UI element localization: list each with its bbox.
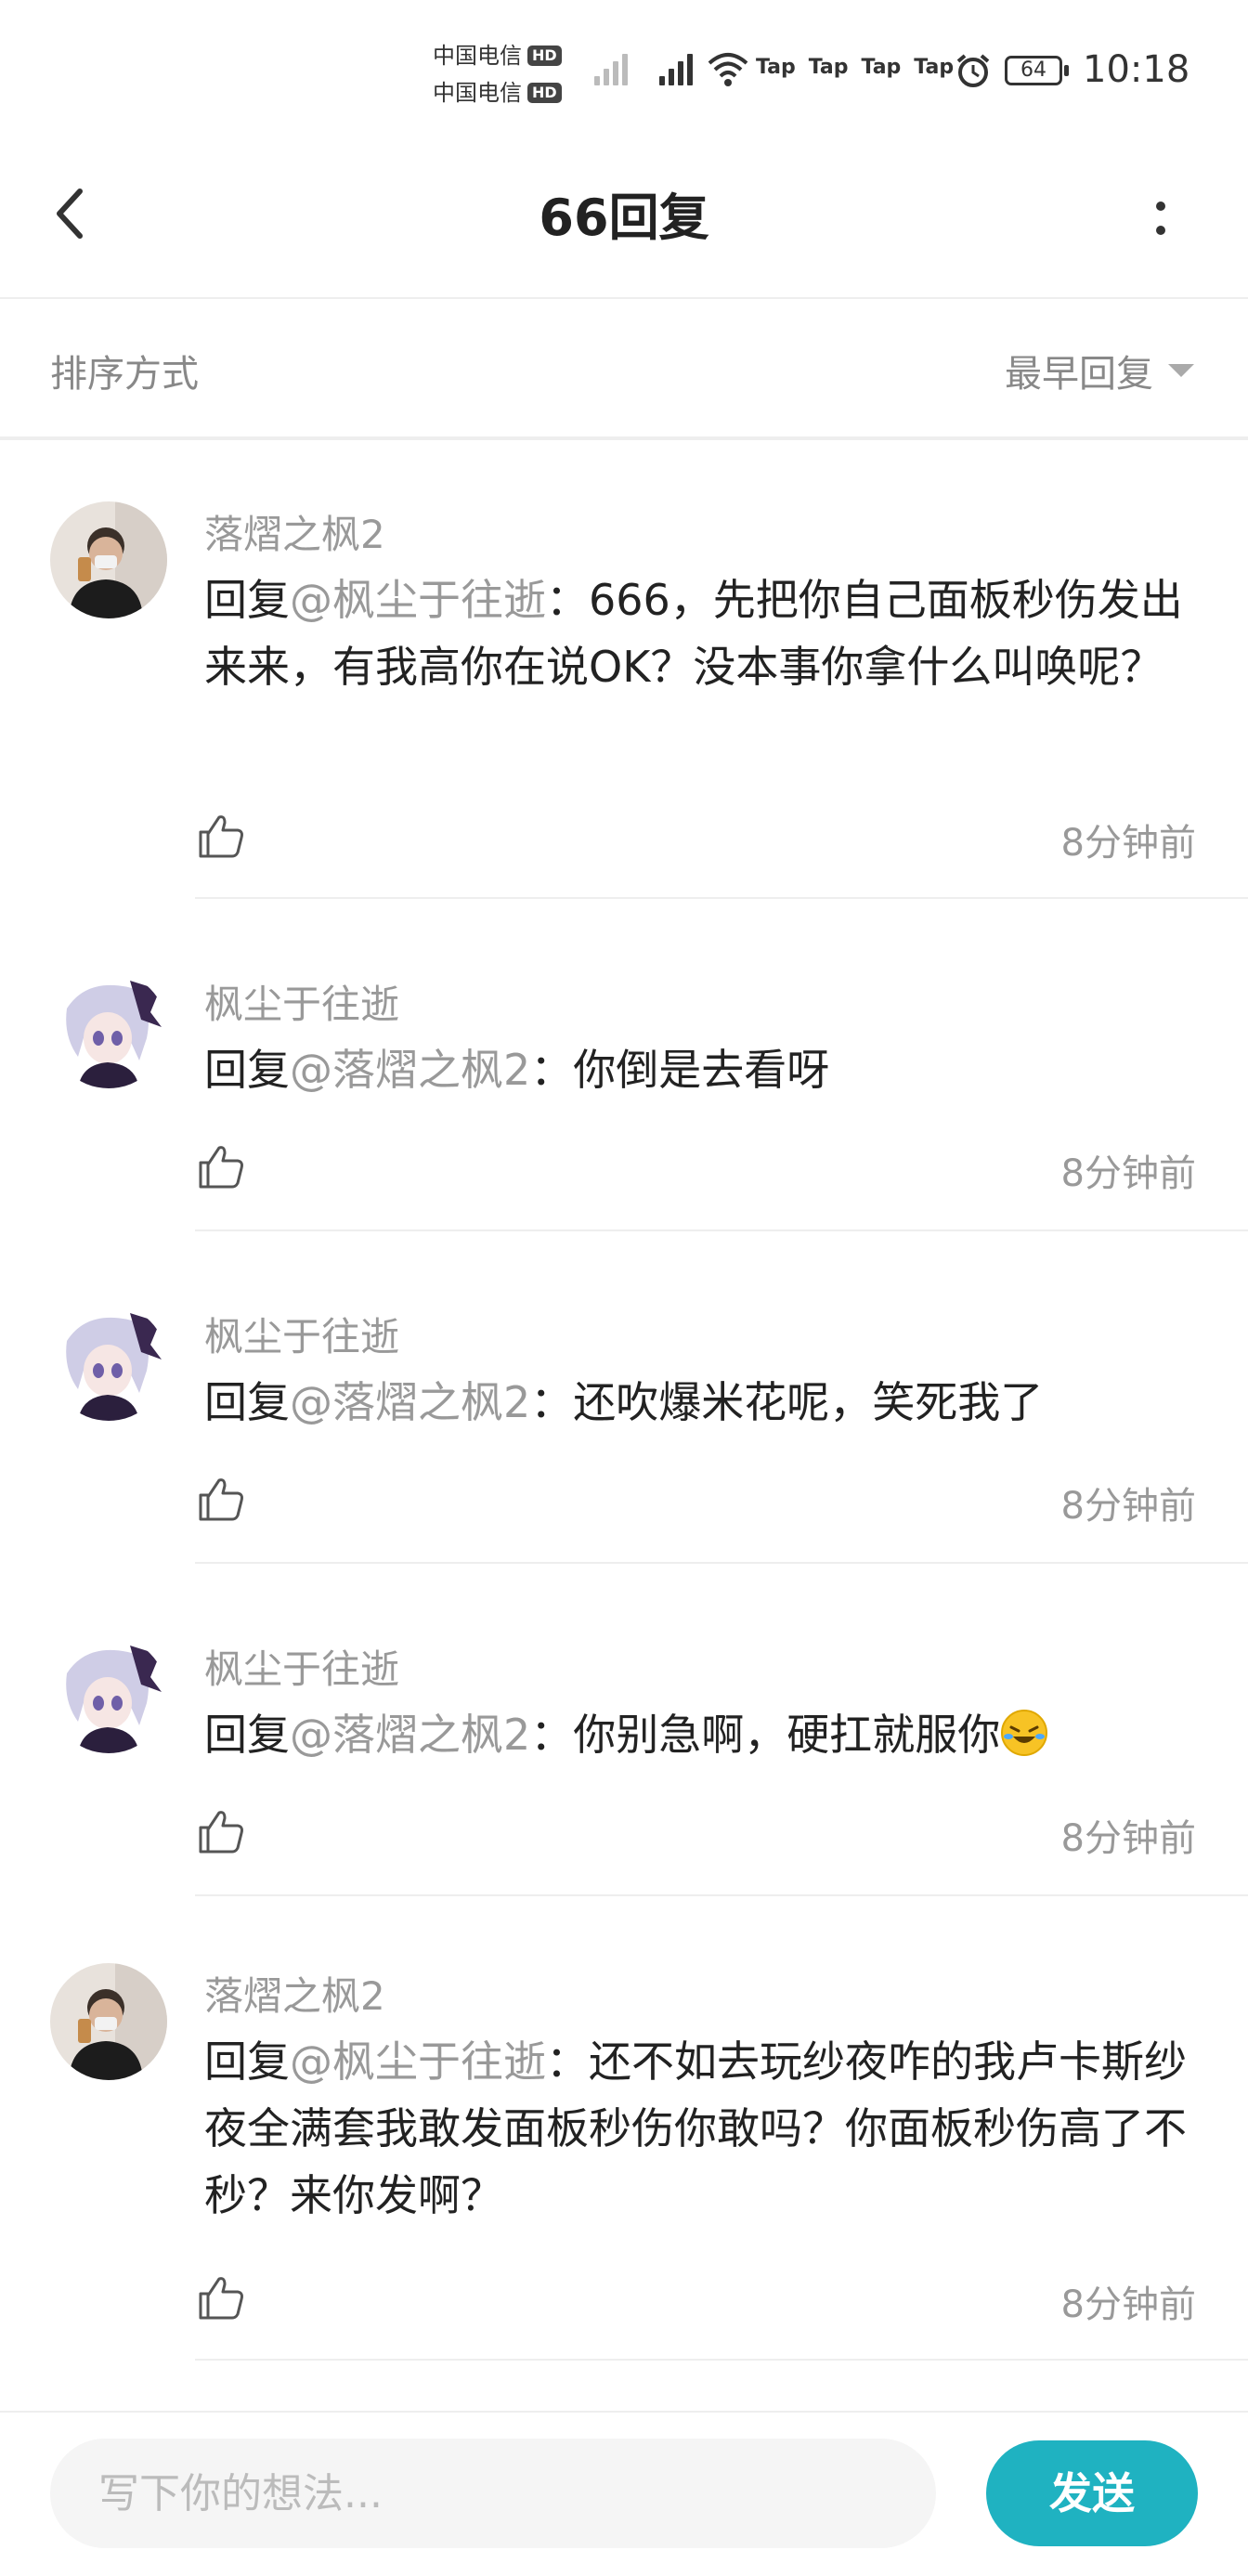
comment-username[interactable]: 枫尘于往逝 bbox=[204, 1638, 399, 1695]
reply-prefix: 回复 bbox=[204, 1710, 290, 1760]
divider bbox=[195, 897, 1248, 899]
reply-prefix: 回复 bbox=[204, 575, 290, 625]
divider bbox=[195, 1229, 1248, 1231]
comment-time: 8分钟前 bbox=[1060, 1485, 1196, 1528]
anime-avatar-icon bbox=[50, 1304, 167, 1421]
avatar[interactable] bbox=[50, 1304, 167, 1421]
nav-bar: 66回复 bbox=[0, 139, 1248, 299]
sort-selected-value: 最早回复 bbox=[1005, 353, 1153, 396]
comment-body: ：你倒是去看呀 bbox=[530, 1045, 830, 1095]
comment-item: 枫尘于往逝 回复@落熠之枫2：还吹爆米花呢，笑死我了 8分钟前 bbox=[0, 1233, 1248, 1566]
wifi-icon bbox=[708, 53, 748, 86]
comment-item: 落熠之枫2 回复@枫尘于往逝：还不如去玩纱夜咋的我卢卡斯纱夜全满套我敢发面板秒伤… bbox=[0, 1898, 1248, 2362]
thumbs-up-icon[interactable] bbox=[195, 1473, 247, 1525]
comment-time: 8分钟前 bbox=[1060, 822, 1196, 865]
signal-icon bbox=[594, 48, 628, 85]
comment-composer: 发送 bbox=[0, 2411, 1248, 2576]
comment-text: 回复@枫尘于往逝：666，先把你自己面板秒伤发出来来，有我高你在说OK？没本事你… bbox=[204, 566, 1198, 700]
comment-item: 枫尘于往逝 回复@落熠之枫2：你别急啊，硬扛就服你 8分钟前 bbox=[0, 1566, 1248, 1898]
more-vertical-icon[interactable] bbox=[1142, 186, 1179, 251]
comment-username[interactable]: 枫尘于往逝 bbox=[204, 973, 399, 1030]
divider bbox=[195, 1894, 1248, 1896]
user-photo-icon bbox=[50, 1963, 167, 2080]
anime-avatar-icon bbox=[50, 971, 167, 1088]
comment-text: 回复@落熠之枫2：你倒是去看呀 bbox=[204, 1036, 1198, 1103]
hd-badge: HD bbox=[527, 83, 562, 103]
tap-label: Tap bbox=[808, 56, 849, 79]
comment-username[interactable]: 落熠之枫2 bbox=[204, 503, 385, 560]
send-button[interactable]: 发送 bbox=[986, 2440, 1198, 2546]
comment-body: ：你别急啊，硬扛就服你 bbox=[530, 1710, 1001, 1760]
tap-indicators: Tap Tap Tap Tap bbox=[756, 56, 954, 79]
carrier-info: 中国电信 HD 中国电信 HD bbox=[433, 37, 562, 111]
avatar[interactable] bbox=[50, 1636, 167, 1753]
comment-time: 8分钟前 bbox=[1060, 2283, 1196, 2326]
thumbs-up-icon[interactable] bbox=[195, 1140, 247, 1192]
carrier-label: 中国电信 bbox=[433, 80, 522, 106]
caret-down-icon bbox=[1168, 364, 1194, 377]
comment-username[interactable]: 枫尘于往逝 bbox=[204, 1306, 399, 1362]
comment-text: 回复@落熠之枫2：还吹爆米花呢，笑死我了 bbox=[204, 1369, 1198, 1436]
thumbs-up-icon[interactable] bbox=[195, 2271, 247, 2323]
tap-label: Tap bbox=[914, 56, 955, 79]
avatar[interactable] bbox=[50, 1963, 167, 2080]
sort-bar: 排序方式 最早回复 bbox=[0, 299, 1248, 440]
status-bar: 中国电信 HD 中国电信 HD Tap Tap Tap Tap 64 10:18 bbox=[0, 0, 1248, 139]
mention-link[interactable]: @枫尘于往逝 bbox=[290, 2036, 546, 2087]
thumbs-up-icon[interactable] bbox=[195, 810, 247, 862]
alarm-icon bbox=[956, 54, 990, 87]
reply-prefix: 回复 bbox=[204, 2036, 290, 2087]
signal-icon bbox=[659, 48, 693, 85]
sort-select[interactable]: 最早回复 bbox=[1005, 344, 1194, 397]
comment-text: 回复@落熠之枫2：你别急啊，硬扛就服你 bbox=[204, 1701, 1198, 1768]
page-title: 66回复 bbox=[539, 189, 709, 247]
comment-body: ：还吹爆米花呢，笑死我了 bbox=[530, 1377, 1044, 1427]
comment-time: 8分钟前 bbox=[1060, 1817, 1196, 1860]
clock: 10:18 bbox=[1083, 48, 1190, 91]
comment-item: 落熠之枫2 回复@枫尘于往逝：666，先把你自己面板秒伤发出来来，有我高你在说O… bbox=[0, 436, 1248, 901]
mention-link[interactable]: @落熠之枫2 bbox=[290, 1377, 530, 1427]
avatar[interactable] bbox=[50, 501, 167, 618]
mention-link[interactable]: @落熠之枫2 bbox=[290, 1710, 530, 1760]
laughing-emoji-icon bbox=[1001, 1710, 1048, 1756]
mention-link[interactable]: @落熠之枫2 bbox=[290, 1045, 530, 1095]
avatar[interactable] bbox=[50, 971, 167, 1088]
divider bbox=[195, 1562, 1248, 1564]
reply-prefix: 回复 bbox=[204, 1377, 290, 1427]
comment-username[interactable]: 落熠之枫2 bbox=[204, 1965, 385, 2022]
battery-indicator: 64 bbox=[1005, 56, 1069, 85]
anime-avatar-icon bbox=[50, 1636, 167, 1753]
divider bbox=[195, 2359, 1248, 2361]
comment-item: 枫尘于往逝 回复@落熠之枫2：你倒是去看呀 8分钟前 bbox=[0, 901, 1248, 1233]
reply-prefix: 回复 bbox=[204, 1045, 290, 1095]
hd-badge: HD bbox=[527, 46, 562, 66]
comment-time: 8分钟前 bbox=[1060, 1152, 1196, 1195]
mention-link[interactable]: @枫尘于往逝 bbox=[290, 575, 546, 625]
tap-label: Tap bbox=[861, 56, 902, 79]
carrier-label: 中国电信 bbox=[433, 43, 522, 69]
tap-label: Tap bbox=[756, 56, 796, 79]
user-photo-icon bbox=[50, 501, 167, 618]
sort-label: 排序方式 bbox=[50, 353, 199, 396]
thumbs-up-icon[interactable] bbox=[195, 1805, 247, 1857]
comment-text: 回复@枫尘于往逝：还不如去玩纱夜咋的我卢卡斯纱夜全满套我敢发面板秒伤你敢吗？你面… bbox=[204, 2028, 1198, 2229]
comment-input[interactable] bbox=[50, 2439, 936, 2548]
